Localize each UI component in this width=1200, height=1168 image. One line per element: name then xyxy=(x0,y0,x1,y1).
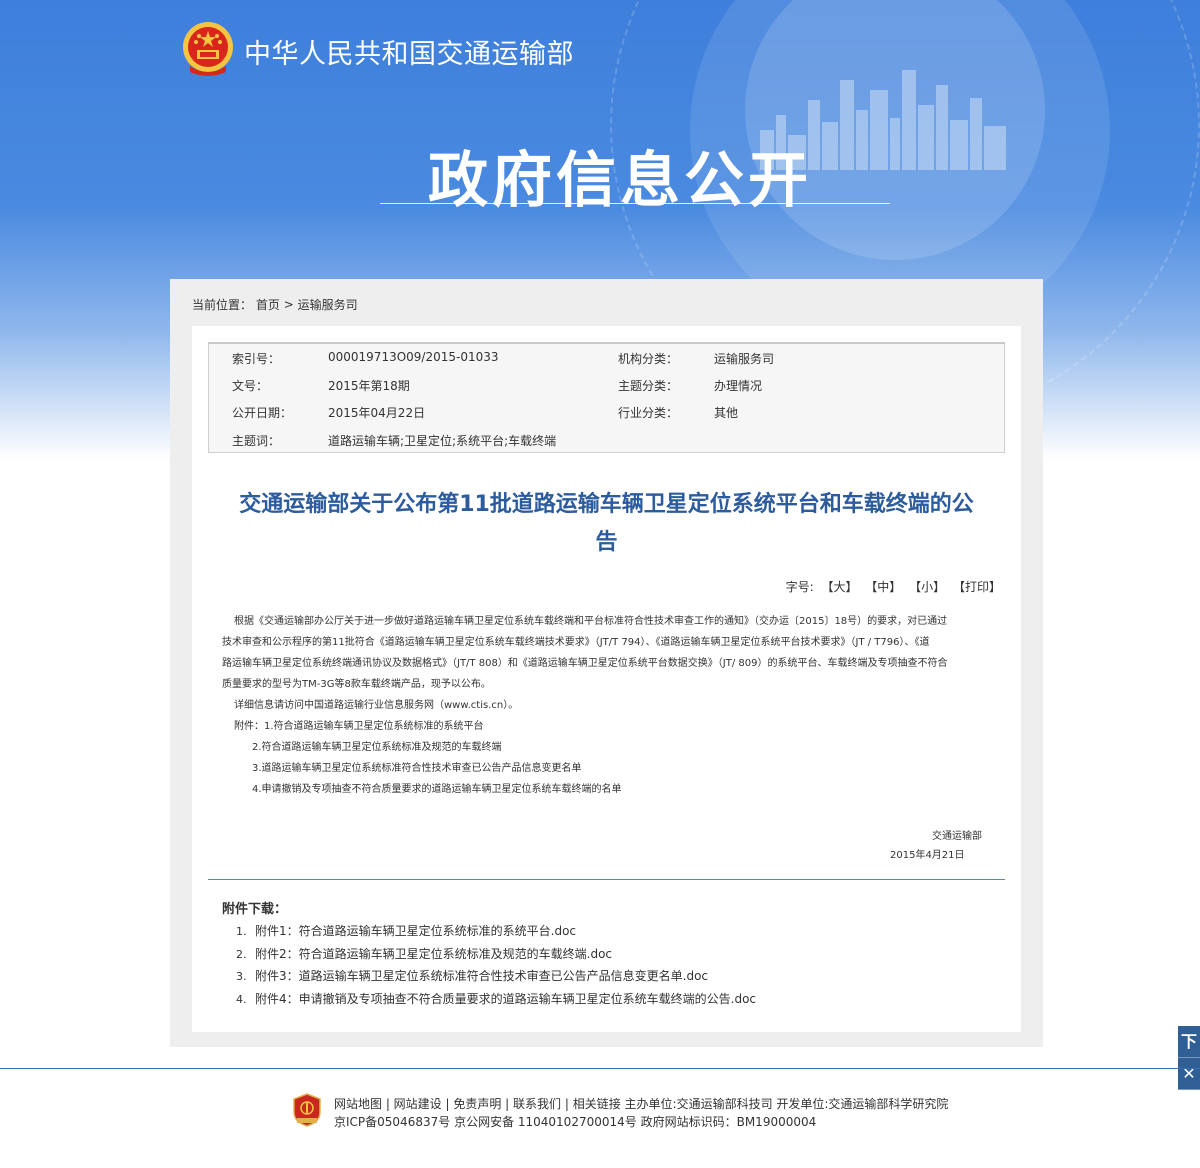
downloads-title: 附件下载： xyxy=(222,902,288,917)
doc-no-value: 2015年第18期 xyxy=(328,379,410,393)
font-size-controls: 字号: 【大】 【中】 【小】 【打印】 xyxy=(782,578,1001,595)
body-paragraph: 质量要求的型号为TM-3G等8款车载终端产品，现予以公布。 xyxy=(222,679,491,690)
index-no-label: 索引号： xyxy=(232,352,281,366)
topic-label: 主题分类： xyxy=(618,379,679,393)
section-divider xyxy=(208,879,1005,880)
keywords-label: 主题词： xyxy=(232,434,281,448)
industry-label: 行业分类： xyxy=(618,406,679,420)
attachment-line: 4.申请撤销及专项抽查不符合质量要求的道路运输车辆卫星定位系统车载终端的名单 xyxy=(252,784,622,795)
download-item-num: 4. xyxy=(236,992,247,1006)
article-title: 交通运输部关于公布第11批道路运输车辆卫星定位系统平台和车载终端的公 告 xyxy=(206,486,1007,562)
breadcrumb: 当前位置： 首页 > 运输服务司 xyxy=(192,296,358,313)
download-item-num: 2. xyxy=(236,947,247,961)
article-container: 索引号： 000019713O09/2015-01033 机构分类： 运输服务司… xyxy=(192,326,1021,1032)
topic-value: 办理情况 xyxy=(714,379,763,393)
party-govt-logo-icon[interactable] xyxy=(293,1093,321,1127)
date-label: 公开日期： xyxy=(232,406,293,420)
breadcrumb-prefix: 当前位置： xyxy=(192,298,253,312)
download-item[interactable]: 4. 附件4：申请撤销及专项抽查不符合质量要求的道路运输车辆卫星定位系统车载终端的… xyxy=(236,988,756,1011)
page-title: 政府信息公开 xyxy=(428,146,812,216)
download-item[interactable]: 2. 附件2：符合道路运输车辆卫星定位系统标准及规范的车载终端.doc xyxy=(236,943,756,966)
download-item-link[interactable]: 附件3：道路运输车辆卫星定位系统标准符合性技术审查已公告产品信息变更名单.doc xyxy=(255,969,708,983)
download-item[interactable]: 1. 附件1：符合道路运输车辆卫星定位系统标准的系统平台.doc xyxy=(236,920,756,943)
metadata-table: 索引号： 000019713O09/2015-01033 机构分类： 运输服务司… xyxy=(208,342,1005,453)
org-value: 运输服务司 xyxy=(714,352,775,366)
article-body: 根据《交通运输部办公厅关于进一步做好道路运输车辆卫星定位系统车载终端和平台标准符… xyxy=(222,611,992,800)
footer-police[interactable]: 京公网安备 11040102700014号 xyxy=(454,1115,637,1129)
footer-registration-row: 京ICP备05046837号 京公网安备 11040102700014号 政府网… xyxy=(334,1113,816,1130)
article-title-line1: 交通运输部关于公布第11批道路运输车辆卫星定位系统平台和车载终端的公 xyxy=(239,492,974,517)
attachment-line: 3.道路运输车辆卫星定位系统标准符合性技术审查已公告产品信息变更名单 xyxy=(252,763,582,774)
title-underline xyxy=(380,203,890,204)
footer-sponsor: 主办单位:交通运输部科技司 开发单位:交通运输部科学研究院 xyxy=(624,1097,949,1111)
breadcrumb-current[interactable]: 运输服务司 xyxy=(298,298,358,312)
close-icon[interactable]: ✕ xyxy=(1178,1058,1200,1090)
body-paragraph: 详细信息请访问中国道路运输行业信息服务网（www.ctis.cn）。 xyxy=(234,700,519,711)
print-button[interactable]: 【打印】 xyxy=(953,580,1001,594)
downloads-list: 1. 附件1：符合道路运输车辆卫星定位系统标准的系统平台.doc 2. 附件2：符合… xyxy=(236,920,756,1010)
breadcrumb-home[interactable]: 首页 xyxy=(256,298,280,312)
org-label: 机构分类： xyxy=(618,352,679,366)
download-item-link[interactable]: 附件4：申请撤销及专项抽查不符合质量要求的道路运输车辆卫星定位系统车载终端的公告… xyxy=(255,992,756,1006)
download-item-link[interactable]: 附件2：符合道路运输车辆卫星定位系统标准及规范的车载终端.doc xyxy=(255,947,612,961)
footer-links[interactable]: 网站地图 | 网站建设 | 免责声明 | 联系我们 | 相关链接 xyxy=(334,1097,621,1111)
ministry-name: 中华人民共和国交通运输部 xyxy=(244,39,574,70)
footer-links-row: 网站地图 | 网站建设 | 免责声明 | 联系我们 | 相关链接 主办单位:交通… xyxy=(334,1095,948,1112)
attachment-line: 附件：1.符合道路运输车辆卫星定位系统标准的系统平台 xyxy=(234,721,484,732)
font-size-label: 字号: xyxy=(785,580,814,594)
date-value: 2015年04月22日 xyxy=(328,406,426,420)
body-paragraph: 根据《交通运输部办公厅关于进一步做好道路运输车辆卫星定位系统车载终端和平台标准符… xyxy=(234,616,948,627)
download-item-num: 3. xyxy=(236,970,247,983)
article-title-line2: 告 xyxy=(595,530,618,555)
body-paragraph: 路运输车辆卫星定位系统终端通讯协议及数据格式》（JT/T 808）和《道路运输车… xyxy=(222,658,948,669)
breadcrumb-separator: > xyxy=(283,297,294,312)
footer-site-id: 政府网站标识码：BM19000004 xyxy=(640,1115,817,1129)
attachment-line: 2.符合道路运输车辆卫星定位系统标准及规范的车载终端 xyxy=(252,742,502,753)
index-no-value: 000019713O09/2015-01033 xyxy=(328,350,499,364)
national-emblem-icon xyxy=(183,22,233,76)
font-small-button[interactable]: 【小】 xyxy=(909,580,945,594)
footer-icp[interactable]: 京ICP备05046837号 xyxy=(334,1115,450,1129)
signature-org: 交通运输部 xyxy=(932,831,982,842)
download-item[interactable]: 3. 附件3：道路运输车辆卫星定位系统标准符合性技术审查已公告产品信息变更名单.d… xyxy=(236,965,756,988)
download-item-link[interactable]: 附件1：符合道路运输车辆卫星定位系统标准的系统平台.doc xyxy=(255,924,576,938)
side-widget-button[interactable]: 下 xyxy=(1178,1026,1200,1058)
font-large-button[interactable]: 【大】 xyxy=(821,580,857,594)
content-panel: 当前位置： 首页 > 运输服务司 索引号： 000019713O09/2015-… xyxy=(170,279,1043,1047)
footer-divider xyxy=(0,1068,1200,1069)
keywords-value: 道路运输车辆;卫星定位;系统平台;车载终端 xyxy=(328,434,557,448)
download-item-num: 1. xyxy=(236,925,247,938)
industry-value: 其他 xyxy=(714,406,739,420)
signature-date: 2015年4月21日 xyxy=(890,850,965,861)
doc-no-label: 文号： xyxy=(232,379,269,393)
side-float-widget: 下 ✕ xyxy=(1178,1026,1200,1090)
font-medium-button[interactable]: 【中】 xyxy=(865,580,901,594)
body-paragraph: 技术审查和公示程序的第11批符合《道路运输车辆卫星定位系统车载终端技术要求》（J… xyxy=(222,637,930,648)
